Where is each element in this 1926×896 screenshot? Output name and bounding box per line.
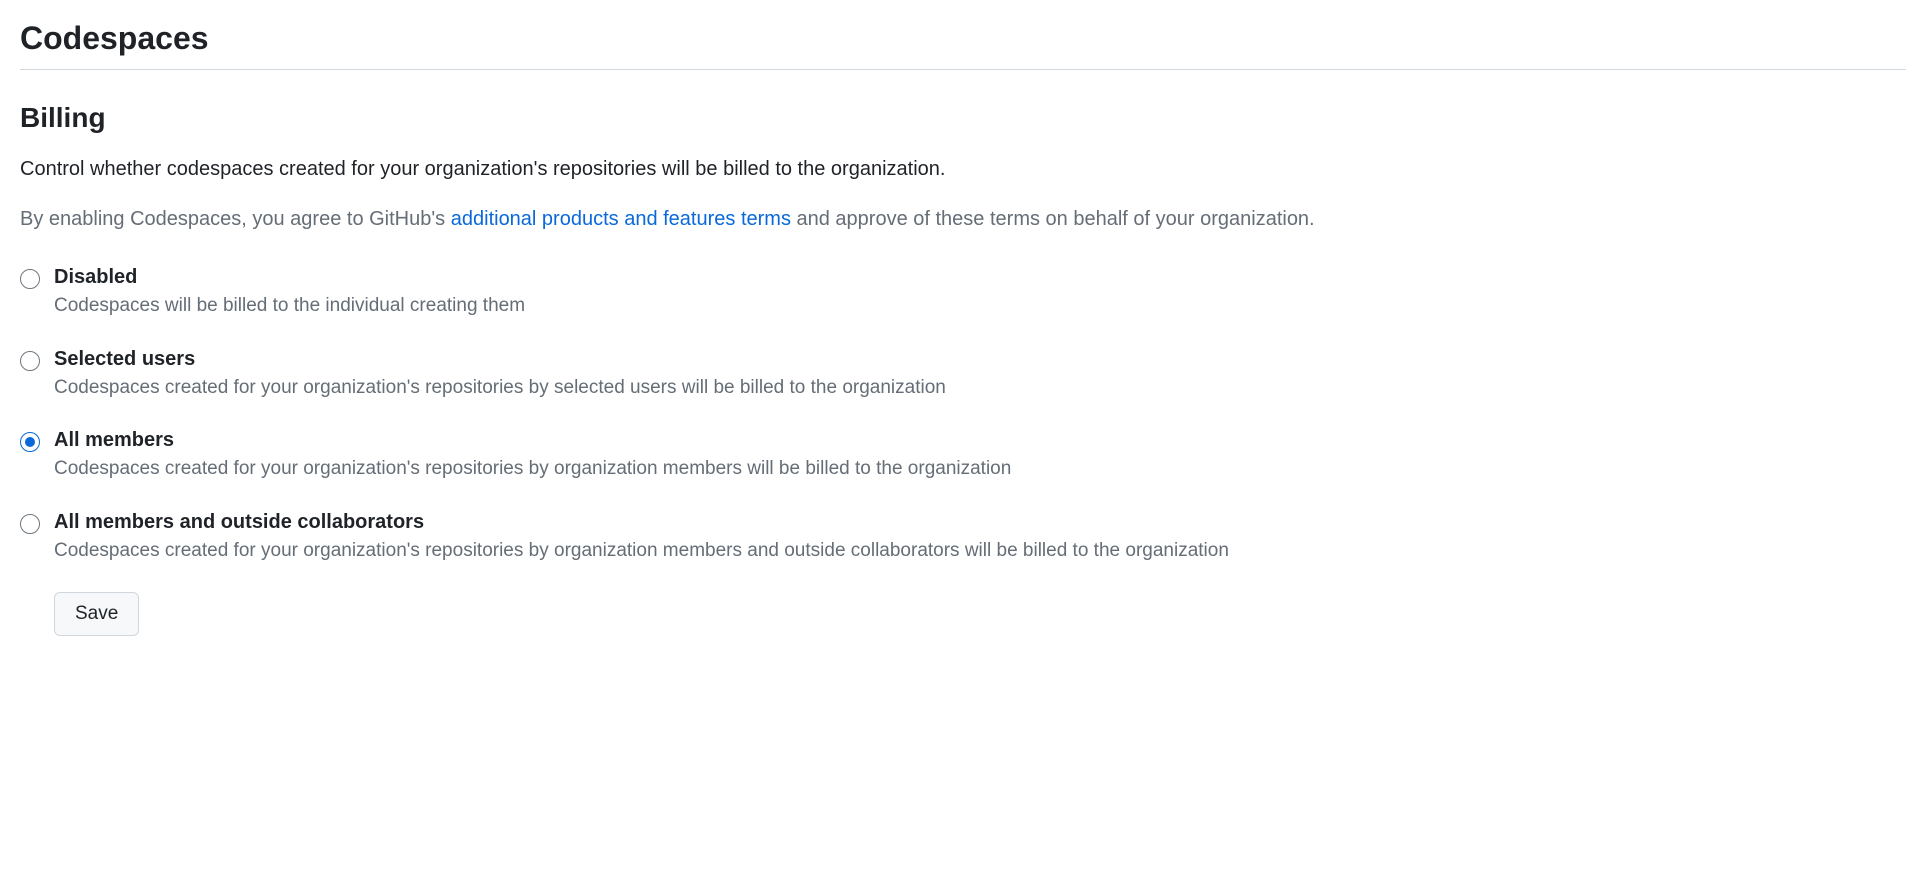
- page-title: Codespaces: [20, 20, 1906, 70]
- radio-label-disabled: Disabled: [54, 266, 1906, 289]
- radio-label-all-members: All members: [54, 429, 1906, 452]
- billing-description: Control whether codespaces created for y…: [20, 154, 1906, 184]
- radio-description-selected-users: Codespaces created for your organization…: [54, 377, 946, 398]
- radio-option-all-members[interactable]: All members Codespaces created for your …: [20, 429, 1906, 483]
- billing-radio-group: Disabled Codespaces will be billed to th…: [20, 266, 1906, 564]
- terms-prefix: By enabling Codespaces, you agree to Git…: [20, 208, 451, 230]
- terms-link[interactable]: additional products and features terms: [451, 208, 791, 230]
- radio-input-all-members-collaborators[interactable]: [20, 514, 40, 534]
- radio-description-disabled: Codespaces will be billed to the individ…: [54, 295, 525, 316]
- billing-terms-text: By enabling Codespaces, you agree to Git…: [20, 204, 1906, 234]
- radio-label-selected-users: Selected users: [54, 348, 1906, 371]
- radio-option-selected-users[interactable]: Selected users Codespaces created for yo…: [20, 348, 1906, 402]
- radio-description-all-members: Codespaces created for your organization…: [54, 458, 1011, 479]
- radio-option-all-members-collaborators[interactable]: All members and outside collaborators Co…: [20, 511, 1906, 565]
- radio-input-all-members[interactable]: [20, 432, 40, 452]
- terms-suffix: and approve of these terms on behalf of …: [791, 208, 1315, 230]
- save-button[interactable]: Save: [54, 592, 139, 636]
- section-title-billing: Billing: [20, 102, 1906, 134]
- radio-label-all-members-collaborators: All members and outside collaborators: [54, 511, 1906, 534]
- radio-option-disabled[interactable]: Disabled Codespaces will be billed to th…: [20, 266, 1906, 320]
- radio-description-all-members-collaborators: Codespaces created for your organization…: [54, 540, 1229, 561]
- radio-input-selected-users[interactable]: [20, 351, 40, 371]
- radio-input-disabled[interactable]: [20, 269, 40, 289]
